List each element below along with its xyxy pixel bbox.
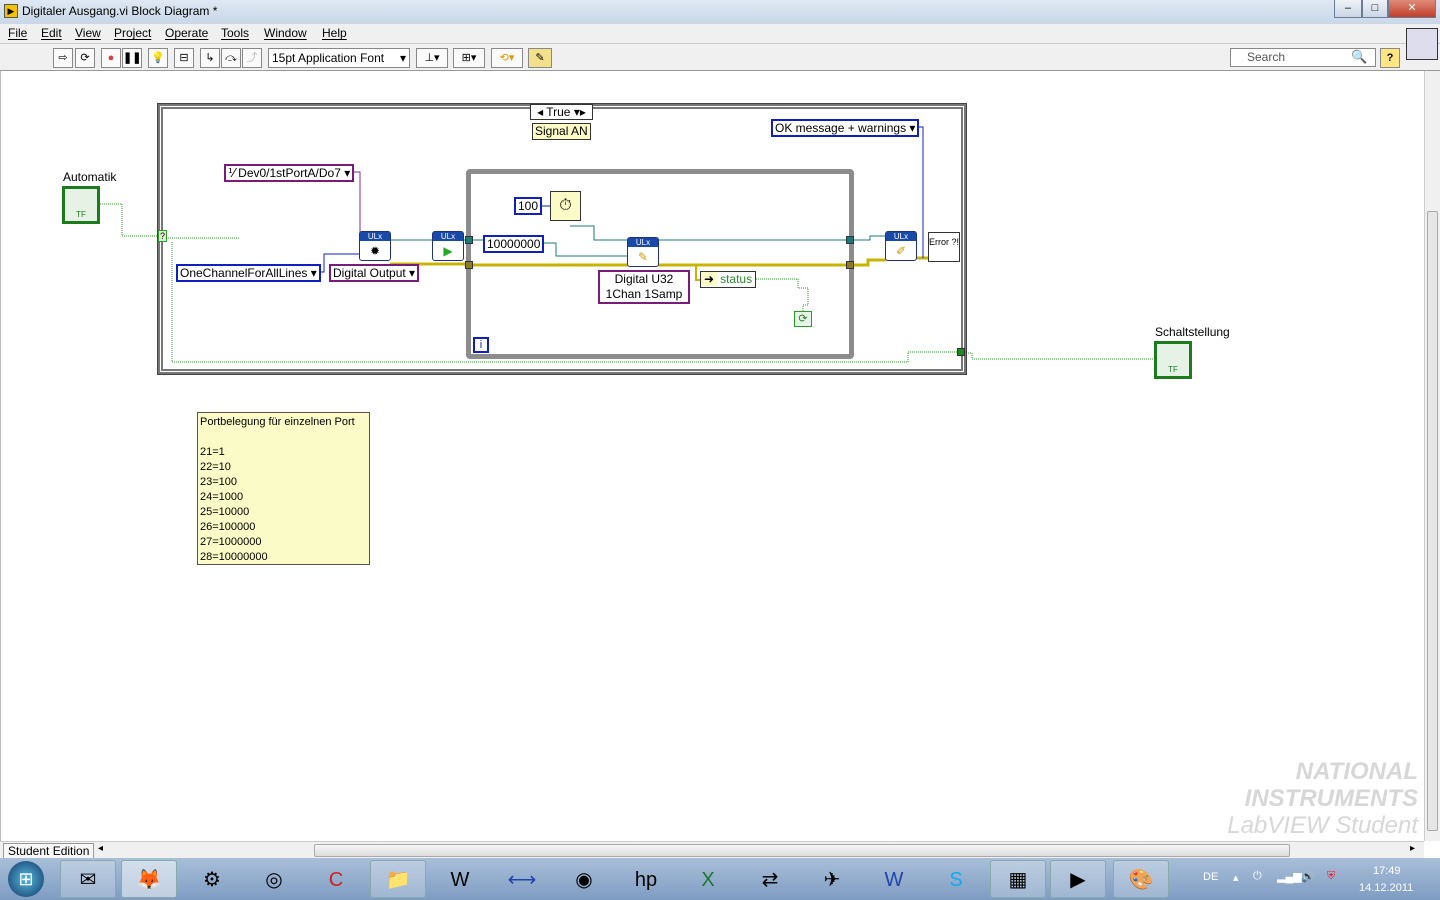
iteration-terminal: i: [473, 337, 489, 353]
taskbar-outlook-icon[interactable]: ✉: [60, 860, 116, 898]
vertical-scrollbar[interactable]: [1424, 71, 1440, 841]
case-selector[interactable]: ◂ True ▾▸: [530, 104, 593, 120]
ulx-header: ULx: [433, 232, 463, 241]
write-type-selector[interactable]: Digital U32 1Chan 1Samp: [598, 270, 690, 304]
taskbar-vpn-icon[interactable]: ⟷: [494, 860, 550, 898]
windows-start-button[interactable]: ⊞: [8, 861, 44, 897]
power-icon[interactable]: ⏻: [1253, 870, 1262, 883]
ulx-clear-task-node[interactable]: ULx ✐: [885, 231, 917, 261]
ulx-header: ULx: [628, 238, 658, 247]
status-bar: Student Edition ◂ ▸: [0, 841, 1424, 859]
taskbar-word-icon[interactable]: W: [866, 860, 922, 898]
timeout-constant[interactable]: 10000000: [483, 235, 545, 253]
taskbar-explorer-icon[interactable]: 📁: [370, 860, 426, 898]
tunnel: [957, 348, 965, 356]
ulx-start-node[interactable]: ULx ▶: [432, 231, 464, 261]
tunnel: [846, 261, 854, 269]
lines-mode-constant[interactable]: OneChannelForAllLines ▾: [176, 264, 321, 282]
language-indicator[interactable]: DE: [1203, 871, 1218, 883]
taskbar-sync-icon[interactable]: ⇄: [742, 860, 798, 898]
task-type-selector[interactable]: Digital Output ▾: [329, 264, 420, 282]
task-type-value: Digital Output: [333, 266, 406, 280]
write-type-line2: 1Chan 1Samp: [605, 287, 683, 301]
show-hidden-icons[interactable]: ▴: [1233, 871, 1239, 884]
tunnel: [465, 261, 473, 269]
tunnel: [465, 236, 473, 244]
lines-mode-value: OneChannelForAllLines: [180, 266, 308, 280]
create-task-icon: ✹: [369, 244, 381, 258]
taskbar-labview-icon[interactable]: ▶: [1050, 860, 1106, 898]
scroll-left-icon[interactable]: ◂: [98, 843, 103, 854]
ulx-write-node[interactable]: ULx ✎: [627, 237, 659, 267]
taskbar-hp-icon[interactable]: hp: [618, 860, 674, 898]
watermark-line: INSTRUMENTS: [1244, 785, 1418, 812]
channel-constant[interactable]: ⅟ Dev0/1stPortA/Do7 ▾: [224, 164, 355, 182]
ulx-header: ULx: [360, 232, 390, 241]
system-tray: DE ▴ ⏻ ▂▄▆ 🔊 ⛨ 17:49 14.12.2011: [1195, 858, 1440, 900]
ulx-create-task-node[interactable]: ULx ✹: [359, 231, 391, 261]
taskbar-itunes-icon[interactable]: ◎: [246, 860, 302, 898]
ulx-header: ULx: [886, 232, 916, 241]
horizontal-scroll-thumb[interactable]: [314, 844, 1290, 857]
error-mode-value: OK message + warnings: [775, 121, 907, 135]
tunnel: [846, 236, 854, 244]
pencil-icon: ✎: [637, 250, 649, 264]
eraser-icon: ✐: [895, 244, 907, 258]
taskbar-firefox-icon[interactable]: 🦊: [121, 860, 177, 898]
taskbar-quicktime-icon[interactable]: ◉: [556, 860, 612, 898]
taskbar-paint-icon[interactable]: 🎨: [1113, 860, 1169, 898]
arrow-icon: ➜: [701, 272, 718, 286]
write-type-line1: Digital U32: [614, 272, 674, 286]
antivirus-icon[interactable]: ⛨: [1327, 870, 1335, 883]
taskbar-wd-icon[interactable]: W: [432, 860, 488, 898]
loop-condition-terminal[interactable]: ⟳: [794, 311, 812, 327]
io-name-icon: ⅟: [228, 166, 239, 180]
unbundle-status-node[interactable]: ➜ status: [700, 271, 757, 288]
taskbar-calculator-icon[interactable]: ▦: [990, 860, 1046, 898]
taskbar-tool-icon[interactable]: ⚙: [184, 860, 240, 898]
comment-box[interactable]: Portbelegung für einzelnen Port 21=1 22=…: [197, 412, 370, 565]
wait-ms-constant[interactable]: 100: [514, 197, 543, 215]
metronome-wait-icon[interactable]: ⏱: [550, 191, 581, 221]
volume-icon[interactable]: 🔊: [1301, 870, 1315, 883]
taskbar-excel-icon[interactable]: X: [680, 860, 736, 898]
taskbar-ccleaner-icon[interactable]: C: [308, 860, 364, 898]
status-label: status: [720, 272, 753, 286]
automatik-boolean-terminal[interactable]: TF: [62, 186, 100, 224]
automatik-label: Automatik: [63, 170, 117, 184]
clock-date[interactable]: 14.12.2011: [1359, 882, 1413, 894]
case-selector-value: True: [546, 105, 571, 119]
schaltstellung-indicator-terminal[interactable]: TF: [1154, 341, 1192, 379]
tf-label: TF: [1168, 365, 1178, 374]
error-mode-constant[interactable]: OK message + warnings ▾: [771, 119, 920, 137]
vertical-scroll-thumb[interactable]: [1427, 211, 1438, 831]
taskbar-mail-icon[interactable]: ✈: [804, 860, 860, 898]
edition-label: Student Edition: [3, 843, 95, 859]
error-handler-node[interactable]: Error ?!: [928, 232, 960, 262]
taskbar-skype-icon[interactable]: S: [928, 860, 984, 898]
network-icon[interactable]: ▂▄▆: [1277, 870, 1302, 883]
channel-value: Dev0/1stPortA/Do7: [238, 166, 341, 180]
tf-label: TF: [76, 210, 86, 219]
schaltstellung-label: Schaltstellung: [1155, 325, 1230, 339]
case-selector-terminal: ?: [158, 230, 167, 242]
clock-time[interactable]: 17:49: [1373, 865, 1401, 877]
start-icon: ▶: [443, 244, 453, 258]
watermark-line: NATIONAL: [1295, 758, 1418, 785]
scroll-right-icon[interactable]: ▸: [1410, 843, 1415, 854]
taskbar: ⊞ ✉ 🦊 ⚙ ◎ C 📁 W ⟷ ◉ hp X ⇄ ✈ W S ▦ ▶ 🎨 D…: [0, 858, 1440, 900]
case-label: Signal AN: [532, 123, 591, 140]
